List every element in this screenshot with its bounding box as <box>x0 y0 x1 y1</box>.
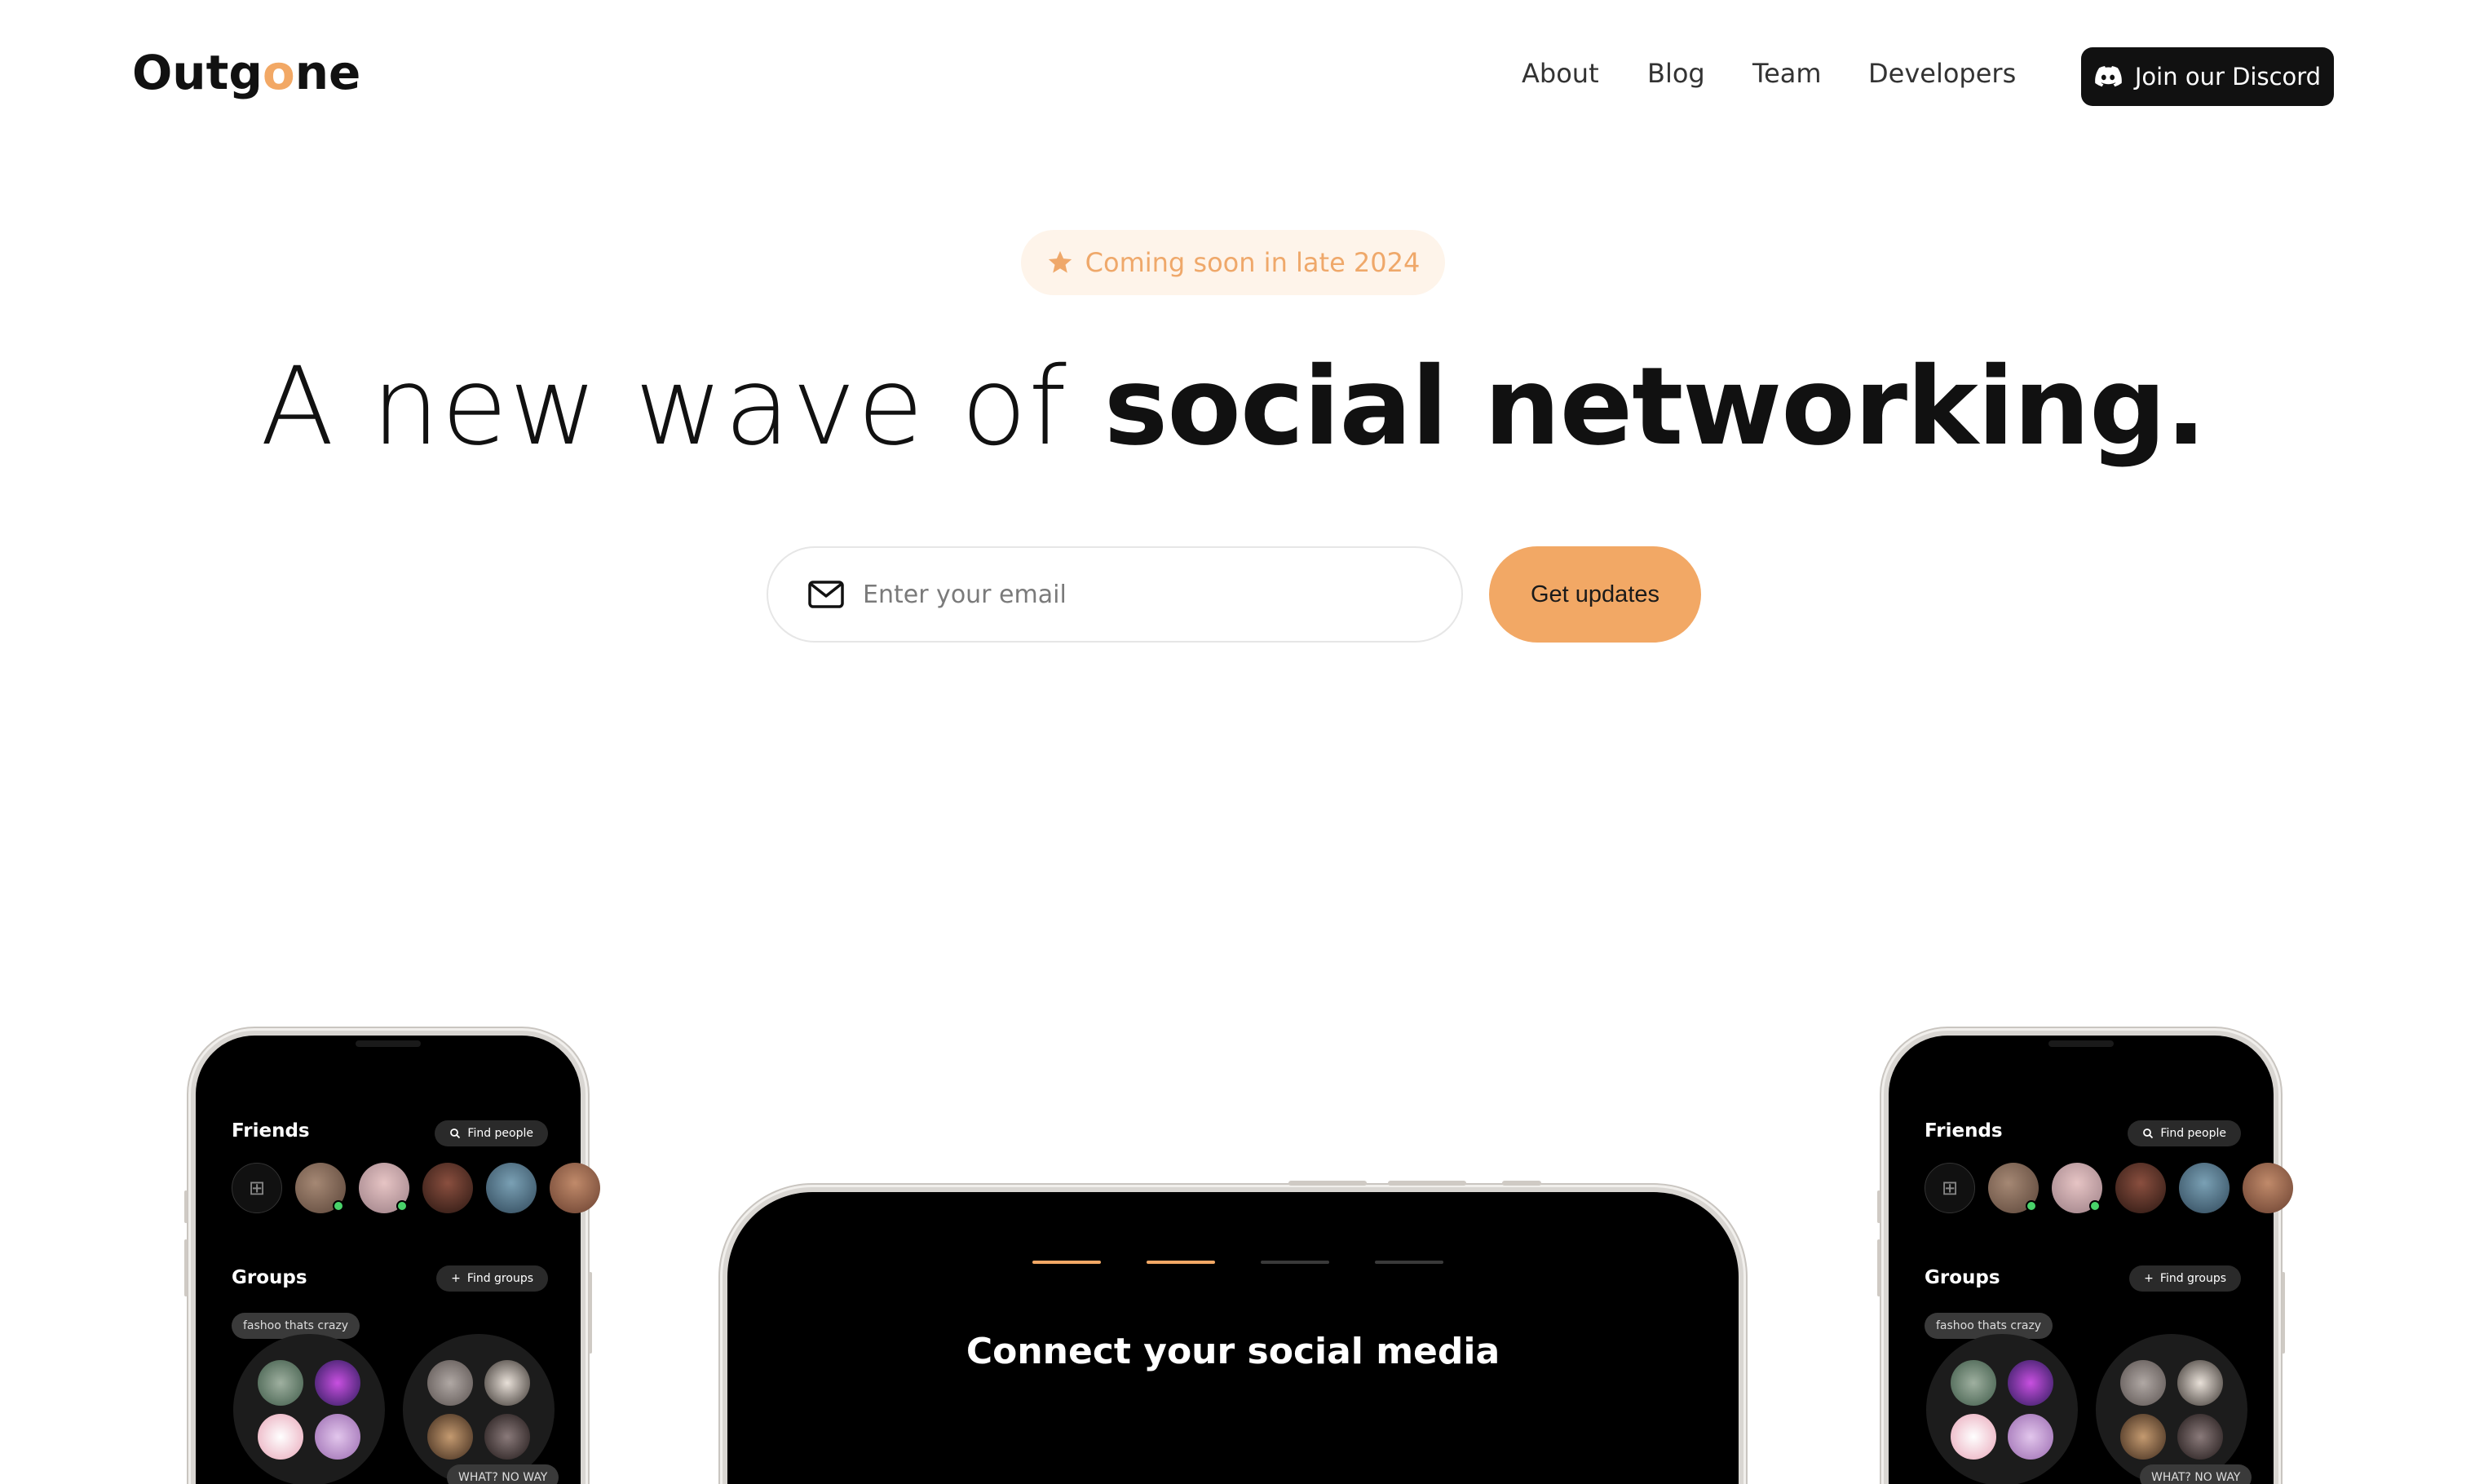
get-updates-button[interactable]: Get updates <box>1489 546 1701 643</box>
friends-avatar-row: ⊞ <box>232 1163 600 1213</box>
group-member-avatar <box>427 1414 473 1460</box>
phone-side-button <box>589 1272 592 1354</box>
online-indicator <box>2026 1200 2037 1212</box>
find-people-label: Find people <box>467 1127 533 1140</box>
phone-mockup-center: Connect your social media <box>723 1187 1743 1484</box>
logo-text-start: Outg <box>132 45 263 100</box>
friends-avatar-row: ⊞ <box>1925 1163 2293 1213</box>
group-circle[interactable] <box>233 1334 385 1484</box>
friend-avatar[interactable] <box>550 1163 600 1213</box>
friend-avatar[interactable] <box>295 1163 346 1213</box>
phone-mockup-right: Friends Find people ⊞ Groups + Find grou… <box>1884 1031 2293 1484</box>
plus-icon: + <box>451 1272 461 1285</box>
onboarding-title: Connect your social media <box>966 1331 1500 1372</box>
logo-accent-letter: o <box>262 45 295 100</box>
mail-icon <box>808 581 844 608</box>
find-people-button[interactable]: Find people <box>2128 1120 2241 1146</box>
friend-avatar[interactable] <box>422 1163 473 1213</box>
groups-title: Groups <box>1925 1267 2000 1288</box>
phone-side-button <box>1877 1239 1880 1296</box>
logo-text-end: ne <box>294 45 361 100</box>
nav-team[interactable]: Team <box>1752 60 1822 86</box>
star-icon <box>1048 250 1072 273</box>
find-groups-label: Find groups <box>2159 1272 2226 1285</box>
group-member-avatar <box>2008 1414 2053 1460</box>
group-member-avatar <box>315 1414 360 1460</box>
friend-avatar[interactable] <box>359 1163 409 1213</box>
logo[interactable]: Outgone <box>132 49 360 96</box>
onboarding-step-2 <box>1147 1261 1215 1264</box>
group-member-avatar <box>427 1360 473 1406</box>
group-member-avatar <box>258 1414 303 1460</box>
group-member-avatar <box>1951 1360 1996 1406</box>
group-member-avatar <box>315 1360 360 1406</box>
grid-icon[interactable]: ⊞ <box>1925 1163 1975 1213</box>
headline-bold: social networking. <box>1103 344 2207 470</box>
group-circle[interactable] <box>403 1334 555 1484</box>
plus-icon: + <box>2144 1272 2154 1285</box>
nav-about[interactable]: About <box>1522 60 1599 86</box>
search-icon <box>450 1128 461 1139</box>
onboarding-step-4 <box>1375 1261 1443 1264</box>
phone-mockup-left: Friends Find people ⊞ Groups + Find grou… <box>191 1031 600 1484</box>
phone-side-button <box>1288 1181 1367 1186</box>
phone-side-button <box>184 1239 188 1296</box>
email-field-wrapper[interactable] <box>767 546 1463 643</box>
online-indicator <box>396 1200 408 1212</box>
online-indicator <box>2089 1200 2101 1212</box>
search-icon <box>2143 1128 2154 1139</box>
find-people-button[interactable]: Find people <box>435 1120 548 1146</box>
groups-title: Groups <box>232 1267 307 1288</box>
group-member-avatar <box>2177 1414 2223 1460</box>
find-groups-label: Find groups <box>466 1272 533 1285</box>
friend-avatar[interactable] <box>2052 1163 2102 1213</box>
phone-side-button <box>184 1190 188 1223</box>
friends-title: Friends <box>1925 1120 2003 1142</box>
group-circle[interactable] <box>2096 1334 2247 1484</box>
phone-side-button <box>2282 1272 2285 1354</box>
nav-developers[interactable]: Developers <box>1868 60 2016 86</box>
find-people-label: Find people <box>2160 1127 2226 1140</box>
group-member-avatar <box>2008 1360 2053 1406</box>
coming-soon-badge: Coming soon in late 2024 <box>1021 230 1445 295</box>
friend-avatar[interactable] <box>2243 1163 2293 1213</box>
headline-light: A new wave of <box>260 344 1104 470</box>
find-groups-button[interactable]: + Find groups <box>436 1265 548 1292</box>
friend-avatar[interactable] <box>2179 1163 2230 1213</box>
group-member-avatar <box>2120 1360 2166 1406</box>
hero-headline: A new wave of social networking. <box>0 342 2466 471</box>
grid-icon[interactable]: ⊞ <box>232 1163 282 1213</box>
phone-notch <box>2048 1040 2114 1047</box>
nav-blog[interactable]: Blog <box>1647 60 1705 86</box>
friend-avatar[interactable] <box>1988 1163 2039 1213</box>
friend-avatar[interactable] <box>2115 1163 2166 1213</box>
phone-side-button <box>1877 1190 1880 1223</box>
phone-side-button <box>1388 1181 1466 1186</box>
group-circle[interactable] <box>1926 1334 2078 1484</box>
group-member-avatar <box>1951 1414 1996 1460</box>
onboarding-step-3 <box>1261 1261 1329 1264</box>
group-member-avatar <box>258 1360 303 1406</box>
chat-bubble: WHAT? NO WAY <box>447 1464 559 1484</box>
group-member-avatar <box>2177 1360 2223 1406</box>
discord-icon <box>2095 66 2122 87</box>
find-groups-button[interactable]: + Find groups <box>2129 1265 2241 1292</box>
group-member-avatar <box>484 1414 530 1460</box>
group-member-avatar <box>2120 1414 2166 1460</box>
coming-soon-text: Coming soon in late 2024 <box>1085 247 1421 278</box>
friends-title: Friends <box>232 1120 310 1142</box>
phone-notch <box>356 1040 421 1047</box>
online-indicator <box>333 1200 344 1212</box>
chat-bubble: WHAT? NO WAY <box>2140 1464 2252 1484</box>
join-discord-label: Join our Discord <box>2134 63 2322 91</box>
phone-side-button <box>1502 1181 1541 1186</box>
onboarding-step-1 <box>1032 1261 1101 1264</box>
group-member-avatar <box>484 1360 530 1406</box>
friend-avatar[interactable] <box>486 1163 537 1213</box>
email-input[interactable] <box>863 580 1434 609</box>
join-discord-button[interactable]: Join our Discord <box>2081 47 2334 106</box>
